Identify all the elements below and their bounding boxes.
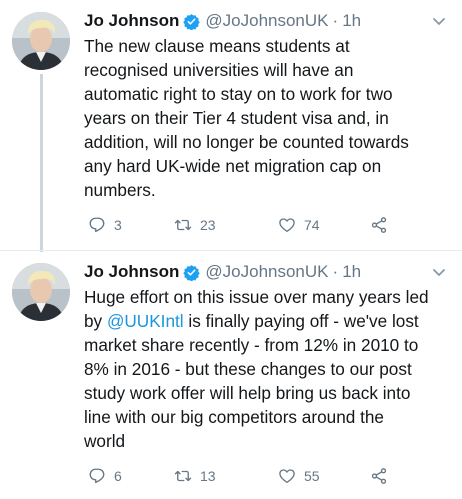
tweet-text-line: study work offer will help bring us back… <box>84 383 411 403</box>
tweet[interactable]: Jo Johnson @JoJohnsonUK · 1h The new cla… <box>0 0 462 252</box>
tweet-text-line: The new clause means students at <box>84 36 350 56</box>
avatar[interactable] <box>12 12 70 70</box>
like-button[interactable]: 55 <box>278 467 320 485</box>
reply-icon <box>88 216 106 234</box>
text-segment: is finally paying off - we've lost <box>183 311 419 331</box>
tweet-text-line: market share recently - from 12% in 2010… <box>84 335 419 355</box>
chevron-down-icon[interactable] <box>432 14 446 25</box>
display-name[interactable]: Jo Johnson <box>84 11 179 31</box>
retweet-icon <box>174 467 192 485</box>
reply-button[interactable]: 6 <box>88 467 122 485</box>
chevron-down-icon[interactable] <box>432 265 446 276</box>
retweet-button[interactable]: 23 <box>174 216 216 234</box>
share-icon <box>370 467 388 485</box>
tweet-header: Jo Johnson @JoJohnsonUK · 1h <box>84 261 452 283</box>
tweet-text-line: 8% in 2016 - but these changes to our po… <box>84 359 412 379</box>
share-button[interactable] <box>370 467 388 485</box>
user-handle[interactable]: @JoJohnsonUK <box>205 262 328 282</box>
separator-dot: · <box>332 11 339 30</box>
thread-line <box>40 74 43 252</box>
mention-link[interactable]: @UUKIntl <box>107 311 184 331</box>
verified-badge-icon <box>183 13 201 30</box>
tweet-text-line: addition, will no longer be counted towa… <box>84 132 409 152</box>
like-icon <box>278 216 296 234</box>
share-button[interactable] <box>370 216 388 234</box>
tweet-actions: 3 23 74 <box>84 216 444 236</box>
like-icon <box>278 467 296 485</box>
retweet-count: 23 <box>200 217 216 233</box>
retweet-count: 13 <box>200 468 216 484</box>
like-button[interactable]: 74 <box>278 216 320 234</box>
like-count: 55 <box>304 468 320 484</box>
tweet-header: Jo Johnson @JoJohnsonUK · 1h <box>84 10 452 32</box>
tweet-text-line: any hard UK-wide net migration cap on <box>84 156 382 176</box>
timestamp[interactable]: 1h <box>342 11 361 31</box>
user-handle[interactable]: @JoJohnsonUK <box>205 11 328 31</box>
tweet-text-line: world <box>84 431 126 451</box>
avatar[interactable] <box>12 263 70 321</box>
tweet-text: The new clause means students at recogni… <box>84 34 452 202</box>
tweet-text-line: line with our big competitors around the <box>84 407 384 427</box>
display-name[interactable]: Jo Johnson <box>84 262 179 282</box>
tweet-actions: 6 13 55 <box>84 467 444 487</box>
tweet-content: Jo Johnson @JoJohnsonUK · 1h The new cla… <box>84 10 452 202</box>
reply-count: 3 <box>114 217 122 233</box>
tweet-content: Jo Johnson @JoJohnsonUK · 1h Huge effort… <box>84 261 452 453</box>
retweet-button[interactable]: 13 <box>174 467 216 485</box>
text-segment: by <box>84 311 107 331</box>
tweet-text-line: years on their Tier 4 student visa and, … <box>84 108 389 128</box>
share-icon <box>370 216 388 234</box>
tweet-text-line: recognised universities will have an <box>84 60 354 80</box>
separator-dot: · <box>332 262 339 281</box>
like-count: 74 <box>304 217 320 233</box>
reply-icon <box>88 467 106 485</box>
timestamp[interactable]: 1h <box>342 262 361 282</box>
reply-count: 6 <box>114 468 122 484</box>
tweet-text-line: Huge effort on this issue over many year… <box>84 287 429 307</box>
verified-badge-icon <box>183 264 201 281</box>
tweet-text: Huge effort on this issue over many year… <box>84 285 452 453</box>
tweet-text-line: by @UUKIntl is finally paying off - we'v… <box>84 309 452 333</box>
tweet[interactable]: Jo Johnson @JoJohnsonUK · 1h Huge effort… <box>0 250 462 499</box>
reply-button[interactable]: 3 <box>88 216 122 234</box>
tweet-text-line: numbers. <box>84 180 156 200</box>
tweet-text-line: automatic right to stay on to work for t… <box>84 84 393 104</box>
retweet-icon <box>174 216 192 234</box>
